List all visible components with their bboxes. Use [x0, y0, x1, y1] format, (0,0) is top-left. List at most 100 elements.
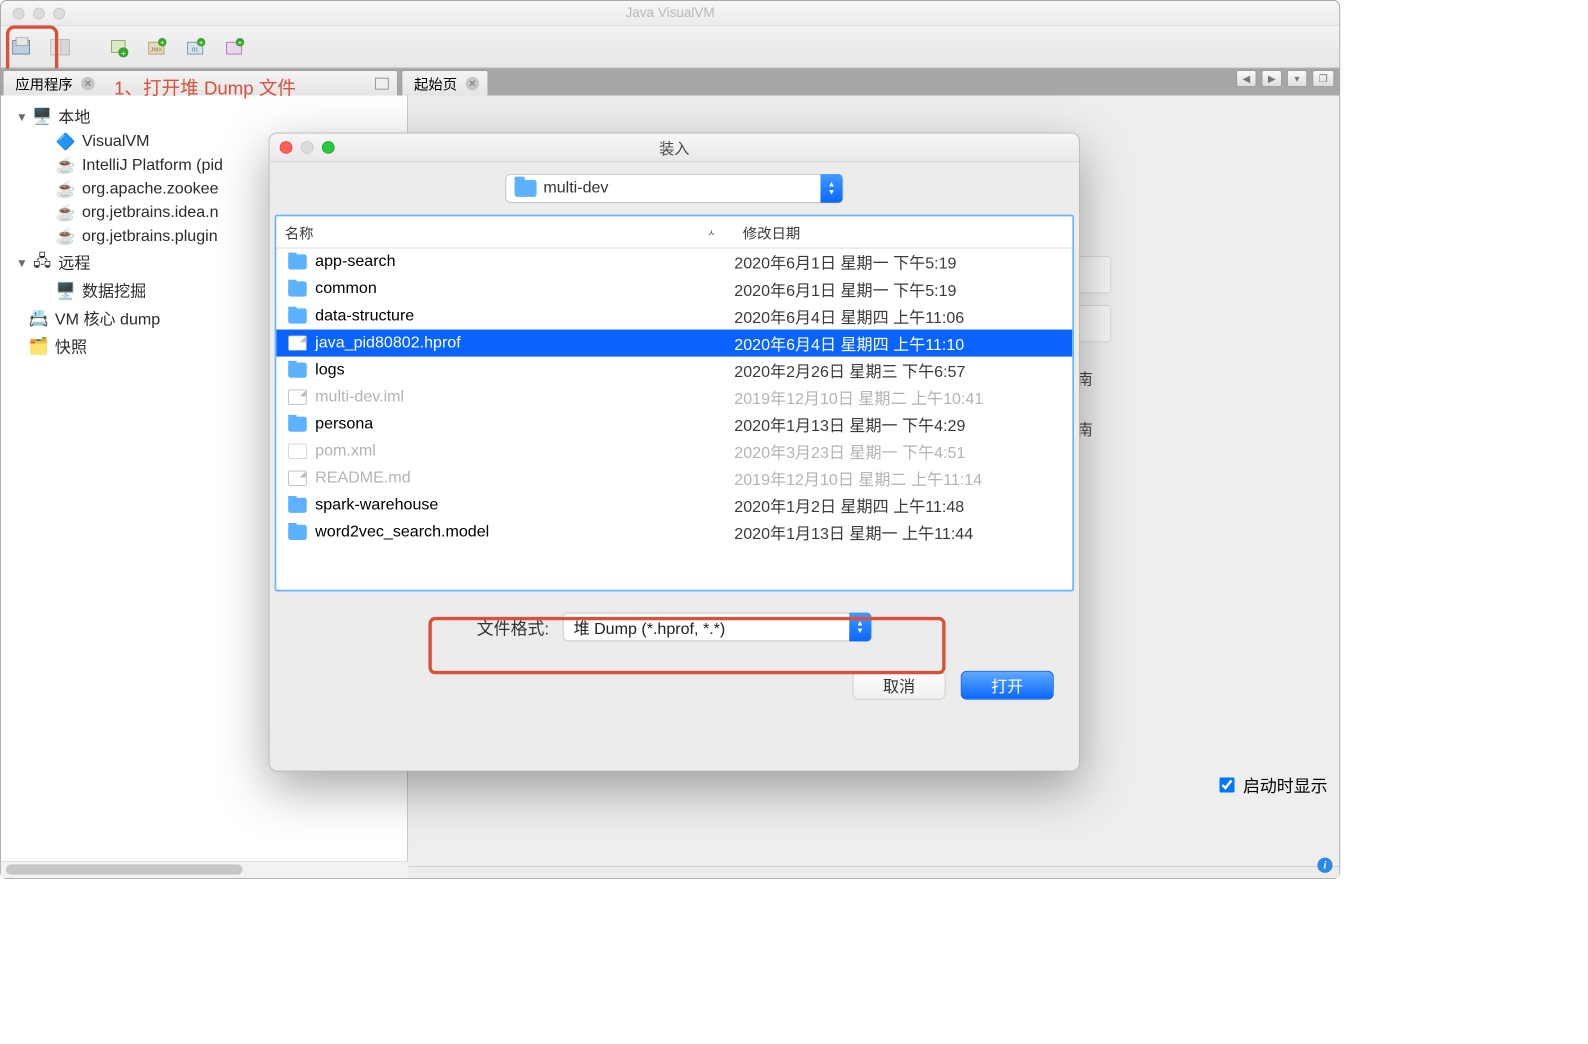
host-icon: 🖥️ [57, 282, 76, 299]
file-date: 2020年1月2日 星期四 上午11:48 [734, 494, 1072, 517]
tab-dropdown-button[interactable]: ▾ [1287, 70, 1307, 87]
dropdown-stepper-icon[interactable]: ▲▼ [820, 174, 842, 203]
close-tab-icon[interactable]: ✕ [466, 76, 480, 90]
file-row[interactable]: pom.xml2020年3月23日 星期一 下午4:51 [276, 438, 1072, 465]
folder-icon [288, 308, 307, 323]
folder-icon [288, 363, 307, 378]
xml-icon [288, 444, 307, 459]
java-process-icon: ☕ [57, 228, 76, 245]
dropdown-stepper-icon[interactable]: ▲▼ [849, 613, 871, 642]
file-row[interactable]: common2020年6月1日 星期一 下午5:19 [276, 275, 1072, 302]
checkbox-input[interactable] [1219, 777, 1234, 792]
tree-label: org.jetbrains.plugin [82, 227, 218, 246]
java-process-icon: 🔷 [57, 134, 76, 151]
tree-label: IntelliJ Platform (pid [82, 156, 223, 175]
file-row[interactable]: java_pid80802.hprof2020年6月4日 星期四 上午11:10 [276, 330, 1072, 357]
file-date: 2020年6月1日 星期一 下午5:19 [734, 251, 1072, 274]
file-date: 2020年6月4日 星期四 上午11:06 [734, 305, 1072, 328]
tree-label: 远程 [58, 251, 90, 274]
svg-text:+: + [121, 47, 126, 57]
tab-nav-prev-button[interactable]: ◀ [1236, 70, 1256, 87]
window-title: Java VisualVM [1, 5, 1339, 20]
svg-text:JMX: JMX [150, 47, 162, 53]
start-page-fragment: 南 南 [1077, 256, 1111, 455]
show-on-startup-checkbox[interactable]: 启动时显示 [1219, 772, 1327, 797]
column-header-date[interactable]: 修改日期 [734, 216, 1072, 247]
svg-text:+: + [199, 37, 204, 46]
tree-label: org.apache.zookee [82, 180, 219, 199]
file-date: 2020年2月26日 星期三 下午6:57 [734, 359, 1072, 382]
sort-asc-icon: ㅅ [707, 225, 716, 239]
add-snapshot-button[interactable]: + [219, 32, 251, 62]
close-tab-icon[interactable]: ✕ [81, 76, 95, 90]
file-name: logs [315, 361, 344, 380]
titlebar: Java VisualVM [1, 1, 1339, 26]
folder-icon [288, 254, 307, 269]
file-row[interactable]: multi-dev.iml2019年12月10日 星期二 上午10:41 [276, 384, 1072, 411]
horizontal-scrollbar[interactable] [1, 861, 408, 866]
tab-maximize-button[interactable]: ❐ [1312, 70, 1334, 87]
tree-label: 快照 [55, 335, 87, 358]
file-row[interactable]: app-search 2020年6月1日 星期一 下午5:19 [276, 248, 1072, 275]
svg-text:+: + [238, 37, 243, 46]
file-icon [288, 471, 307, 486]
file-row[interactable]: README.md2019年12月10日 星期二 上午11:14 [276, 465, 1072, 492]
folder-icon [288, 525, 307, 540]
snapshot-icon: 🗂️ [30, 338, 49, 355]
main-window: Java VisualVM + JMX+ 01+ + 应用程序 ✕ [0, 0, 1340, 879]
tab-label: 应用程序 [15, 73, 72, 94]
folder-icon [288, 498, 307, 513]
network-icon: 🖧 [33, 254, 52, 271]
folder-name: multi-dev [543, 179, 820, 198]
cancel-button[interactable]: 取消 [853, 671, 946, 700]
tab-nav-controls: ◀ ▶ ▾ ❐ [1236, 70, 1334, 87]
add-coredump-button[interactable]: 01+ [180, 32, 212, 62]
peek-text: 南 [1077, 354, 1111, 405]
tree-label: VM 核心 dump [55, 307, 160, 330]
folder-select[interactable]: multi-dev ▲▼ [505, 174, 843, 203]
file-list: 名称 ㅅ 修改日期 app-search 2020年6月1日 星期一 下午5:19… [275, 215, 1074, 592]
tree-node-local[interactable]: ▼ 🖥️ 本地 [1, 102, 407, 130]
dialog-title: 装入 [270, 136, 1080, 158]
java-process-icon: ☕ [57, 204, 76, 221]
add-host-button[interactable]: + [102, 32, 134, 62]
java-process-icon: ☕ [57, 181, 76, 198]
window-mode-icon[interactable] [375, 77, 389, 89]
file-name: app-search [315, 253, 395, 272]
file-row[interactable]: word2vec_search.model2020年1月13日 星期一 上午11… [276, 519, 1072, 546]
computer-icon: 🖥️ [33, 108, 52, 125]
folder-icon [288, 417, 307, 432]
file-row[interactable]: logs 2020年2月26日 星期三 下午6:57 [276, 357, 1072, 384]
open-dump-button[interactable] [6, 32, 38, 62]
info-icon[interactable]: i [1317, 858, 1332, 873]
tab-nav-next-button[interactable]: ▶ [1262, 70, 1282, 87]
caret-down-icon: ▼ [16, 109, 26, 123]
coredump-icon: 📇 [30, 310, 49, 327]
dialog-button-row: 取消 打开 [270, 662, 1080, 716]
tree-label: 本地 [58, 105, 90, 128]
file-name: data-structure [315, 307, 414, 326]
folder-icon [288, 281, 307, 296]
file-open-dialog: 装入 multi-dev ▲▼ 名称 ㅅ 修改日期 app-search 2020… [269, 133, 1080, 772]
file-format-select[interactable]: 堆 Dump (*.hprof, *.*) ▲▼ [563, 613, 872, 642]
file-row[interactable]: persona2020年1月13日 星期一 下午4:29 [276, 411, 1072, 438]
file-date: 2020年6月4日 星期四 上午11:10 [734, 332, 1072, 355]
column-header-name[interactable]: 名称 ㅅ [276, 216, 734, 247]
add-jmx-button[interactable]: JMX+ [141, 32, 173, 62]
tab-start-page[interactable]: 起始页 ✕ [401, 70, 488, 95]
file-format-row: 文件格式: 堆 Dump (*.hprof, *.*) ▲▼ [477, 600, 872, 654]
java-process-icon: ☕ [57, 157, 76, 174]
open-button[interactable]: 打开 [961, 671, 1054, 700]
file-format-label: 文件格式: [477, 615, 549, 640]
toolbar: + JMX+ 01+ + [1, 26, 1339, 68]
file-name: pom.xml [315, 442, 376, 461]
tree-label: org.jetbrains.idea.n [82, 204, 219, 223]
file-row[interactable]: spark-warehouse 2020年1月2日 星期四 上午11:48 [276, 492, 1072, 519]
file-icon [288, 390, 307, 405]
file-name: spark-warehouse [315, 496, 438, 515]
dialog-titlebar: 装入 [270, 134, 1080, 163]
svg-text:01: 01 [192, 47, 199, 53]
file-row[interactable]: data-structure 2020年6月4日 星期四 上午11:06 [276, 303, 1072, 330]
toolbar-button-2[interactable] [45, 32, 77, 62]
file-icon [288, 335, 307, 350]
